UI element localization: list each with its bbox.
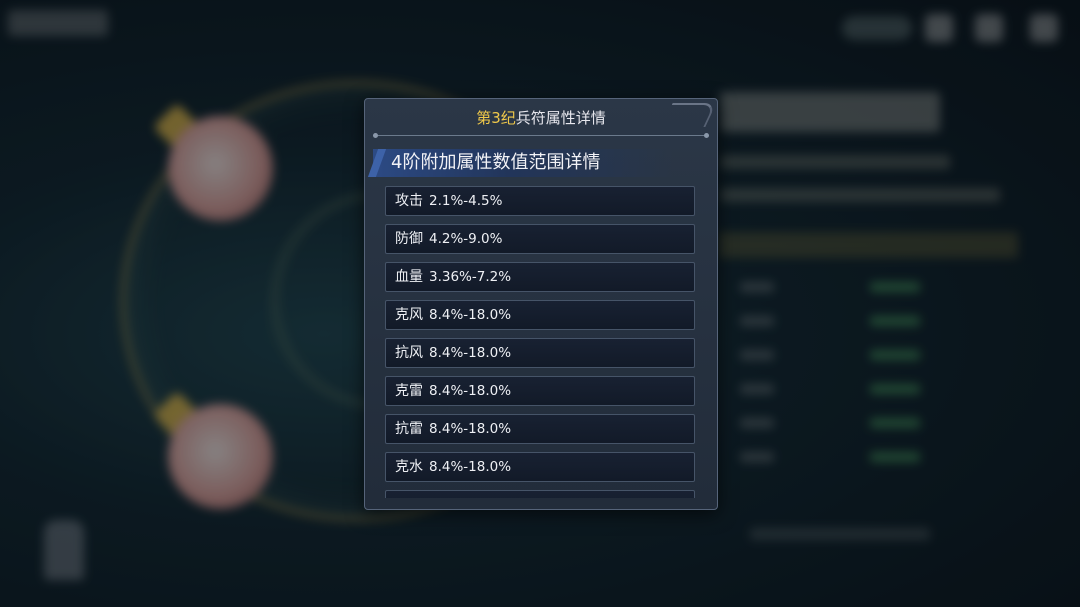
attribute-list[interactable]: 攻击 2.1%-4.5% 防御 4.2%-9.0% 血量 3.36%-7.2% …	[385, 186, 695, 498]
attribute-row: 血量 3.36%-7.2%	[385, 262, 695, 292]
attribute-details-dialog: 第3纪 兵符属性详情 4阶附加属性数值范围详情 攻击 2.1%-4.5% 防御 4…	[364, 98, 718, 510]
attribute-row: 攻击 2.1%-4.5%	[385, 186, 695, 216]
attribute-row: 抗风 8.4%-18.0%	[385, 338, 695, 368]
attribute-range: 8.4%-18.0%	[429, 307, 512, 323]
attribute-name: 防御	[395, 231, 423, 247]
attribute-name: 克雷	[395, 383, 423, 399]
attribute-range: 8.4%-18.0%	[429, 459, 512, 475]
dialog-title-text: 兵符属性详情	[515, 108, 606, 127]
dialog-title-era: 第3纪	[476, 108, 516, 127]
header-divider	[373, 133, 709, 138]
attribute-range: 4.2%-9.0%	[429, 231, 503, 247]
attribute-range: 8.4%-18.0%	[429, 345, 512, 361]
attribute-name: 攻击	[395, 193, 423, 209]
attribute-row	[385, 490, 695, 498]
attribute-name: 克风	[395, 307, 423, 323]
attribute-name: 抗风	[395, 345, 423, 361]
attribute-row: 防御 4.2%-9.0%	[385, 224, 695, 254]
attribute-name: 克水	[395, 459, 423, 475]
attribute-row: 克雷 8.4%-18.0%	[385, 376, 695, 406]
attribute-row: 克风 8.4%-18.0%	[385, 300, 695, 330]
attribute-range: 8.4%-18.0%	[429, 421, 512, 437]
attribute-name: 抗雷	[395, 421, 423, 437]
attribute-row: 抗雷 8.4%-18.0%	[385, 414, 695, 444]
dialog-title: 第3纪 兵符属性详情	[365, 99, 717, 135]
attribute-range: 8.4%-18.0%	[429, 383, 512, 399]
attribute-range: 2.1%-4.5%	[429, 193, 503, 209]
attribute-row: 克水 8.4%-18.0%	[385, 452, 695, 482]
section-title: 4阶附加属性数值范围详情	[373, 149, 673, 177]
attribute-range: 3.36%-7.2%	[429, 269, 512, 285]
attribute-name: 血量	[395, 269, 423, 285]
